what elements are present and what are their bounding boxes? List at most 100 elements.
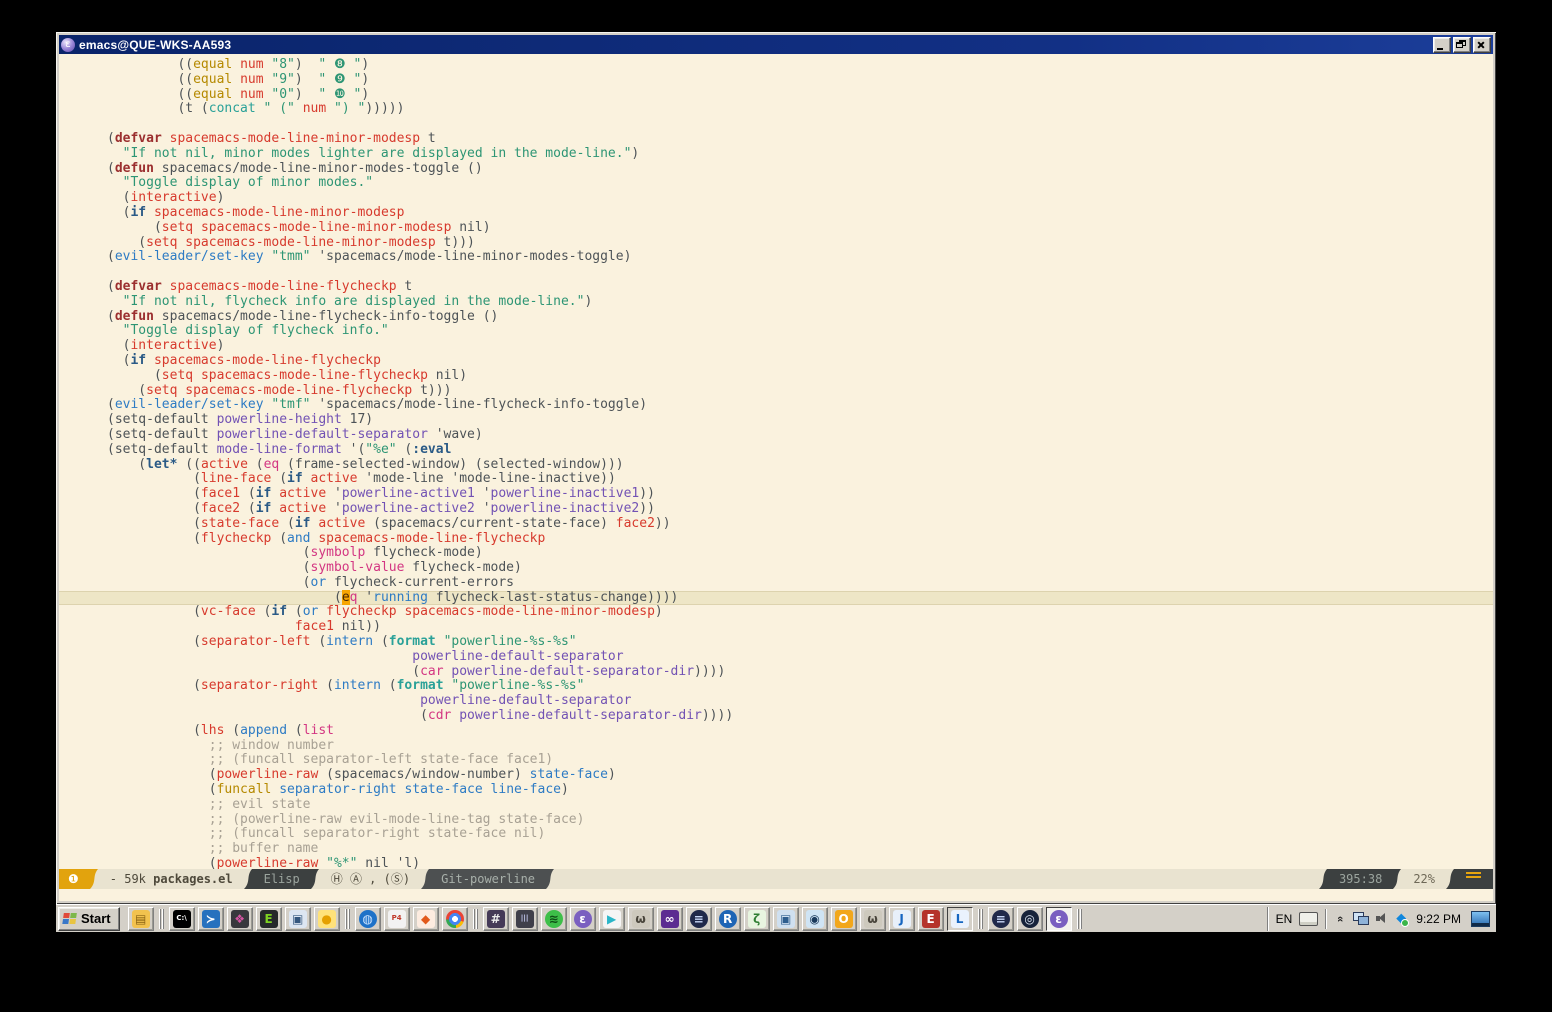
code-line[interactable] <box>107 265 1493 280</box>
quick-launch-eye[interactable]: ◉ <box>802 907 828 931</box>
buffer-text[interactable]: ((equal num "8") " ❽ ") ((equal num "9")… <box>59 54 1493 869</box>
taskbar-grip[interactable] <box>473 909 478 929</box>
code-line[interactable]: ;; (powerline-raw evil-mode-line-tag sta… <box>107 813 1493 828</box>
keyboard-icon[interactable] <box>1299 912 1318 926</box>
code-line[interactable]: (setq spacemacs-mode-line-flycheckp nil) <box>107 369 1493 384</box>
quick-launch-spotify[interactable]: ≋ <box>541 907 567 931</box>
quick-launch-powershell[interactable]: ≻ <box>198 907 224 931</box>
code-line[interactable]: (interactive) <box>107 191 1493 206</box>
code-line[interactable]: ((equal num "8") " ❽ ") <box>107 58 1493 73</box>
quick-launch-slack[interactable]: # <box>483 907 509 931</box>
code-line[interactable]: (funcall separator-right state-face line… <box>107 783 1493 798</box>
show-desktop-icon[interactable] <box>1471 911 1490 927</box>
quick-launch-snake[interactable]: ζ <box>744 907 770 931</box>
quick-launch-eclipse[interactable]: ≡ <box>686 907 712 931</box>
volume-icon[interactable] <box>1376 912 1389 925</box>
taskbar-clock[interactable]: 9:22 PM <box>1413 912 1464 926</box>
quick-launch-chrome[interactable] <box>442 907 468 931</box>
code-line[interactable]: (separator-right (intern (format "powerl… <box>107 679 1493 694</box>
code-line[interactable]: powerline-default-separator <box>107 650 1493 665</box>
code-line[interactable]: (flycheckp (and spacemacs-mode-line-flyc… <box>107 532 1493 547</box>
code-line[interactable]: (if spacemacs-mode-line-minor-modesp <box>107 206 1493 221</box>
minimize-button[interactable] <box>1433 37 1451 53</box>
quick-launch-globe[interactable]: ◍ <box>355 907 381 931</box>
code-line[interactable]: (symbol-value flycheck-mode) <box>107 561 1493 576</box>
code-line[interactable]: (powerline-raw "%*" nil 'l) <box>107 857 1493 869</box>
code-line[interactable]: (line-face (if active 'mode-line 'mode-l… <box>107 472 1493 487</box>
code-line[interactable]: (evil-leader/set-key "tmm" 'spacemacs/mo… <box>107 250 1493 265</box>
code-line[interactable]: (lhs (append (list <box>107 724 1493 739</box>
taskbar-grip[interactable] <box>1077 909 1082 929</box>
code-line[interactable]: (defvar spacemacs-mode-line-minor-modesp… <box>107 132 1493 147</box>
code-line[interactable]: ;; window number <box>107 739 1493 754</box>
quick-launch-jabber[interactable]: J <box>889 907 915 931</box>
echo-area[interactable] <box>59 889 1493 901</box>
start-button[interactable]: Start <box>58 907 120 931</box>
taskbar-grip[interactable] <box>345 909 350 929</box>
quick-launch-folder[interactable]: ▤ <box>128 907 154 931</box>
code-line[interactable]: "Toggle display of flycheck info." <box>107 324 1493 339</box>
quick-launch-media[interactable]: ❖ <box>227 907 253 931</box>
code-line[interactable]: "If not nil, minor modes lighter are dis… <box>107 147 1493 162</box>
quick-launch-visual-studio[interactable]: ∞ <box>657 907 683 931</box>
quick-launch-outlook[interactable]: O <box>831 907 857 931</box>
code-line[interactable]: (state-face (if active (spacemacs/curren… <box>107 517 1493 532</box>
quick-launch-google-play[interactable]: ▶ <box>599 907 625 931</box>
code-line[interactable]: (face1 (if active 'powerline-active1 'po… <box>107 487 1493 502</box>
code-line[interactable]: (interactive) <box>107 339 1493 354</box>
quick-launch-remote-desktop[interactable]: ▣ <box>285 907 311 931</box>
code-line[interactable]: (defun spacemacs/mode-line-minor-modes-t… <box>107 162 1493 177</box>
filler-segment[interactable] <box>557 869 1317 889</box>
code-line[interactable]: (setq-default powerline-height 17) <box>107 413 1493 428</box>
code-line[interactable]: "If not nil, flycheck info are displayed… <box>107 295 1493 310</box>
quick-launch-diamond[interactable]: ◆ <box>413 907 439 931</box>
code-line[interactable]: (defun spacemacs/mode-line-flycheck-info… <box>107 310 1493 325</box>
code-line[interactable]: ;; (funcall separator-left state-face fa… <box>107 753 1493 768</box>
line-column-segment[interactable]: 395:38 <box>1330 869 1391 889</box>
quick-launch-emacs[interactable]: ε <box>570 907 596 931</box>
code-line[interactable]: (evil-leader/set-key "tmf" 'spacemacs/mo… <box>107 398 1493 413</box>
restore-button[interactable] <box>1453 37 1471 53</box>
close-button[interactable] <box>1473 37 1491 53</box>
code-line[interactable]: (setq spacemacs-mode-line-minor-modesp n… <box>107 221 1493 236</box>
task-eclipse[interactable]: ≡ <box>988 907 1014 931</box>
code-line[interactable]: (powerline-raw (spacemacs/window-number)… <box>107 768 1493 783</box>
buffer-info-segment[interactable]: - 59k packages.el <box>101 869 242 889</box>
code-line[interactable]: (cdr powerline-default-separator-dir)))) <box>107 709 1493 724</box>
hide-icons-chevron[interactable]: « <box>1334 913 1346 925</box>
network-icon[interactable] <box>1353 912 1369 925</box>
code-line[interactable]: (setq-default powerline-default-separato… <box>107 428 1493 443</box>
code-line[interactable]: (defvar spacemacs-mode-line-flycheckp t <box>107 280 1493 295</box>
major-mode-segment[interactable]: Elisp <box>255 869 309 889</box>
task-steam[interactable]: ◎ <box>1017 907 1043 931</box>
title-bar[interactable]: ε emacs@QUE-WKS-AA593 <box>59 35 1493 54</box>
code-line[interactable]: ((equal num "0") " ❿ ") <box>107 88 1493 103</box>
hud-segment[interactable] <box>1457 869 1493 889</box>
code-line[interactable]: (face2 (if active 'powerline-active2 'po… <box>107 502 1493 517</box>
code-line[interactable]: (eq 'running flycheck-last-status-change… <box>59 591 1493 606</box>
quick-launch-duck[interactable]: ● <box>314 907 340 931</box>
code-line[interactable]: face1 nil)) <box>107 620 1493 635</box>
quick-launch-cmd[interactable]: C:\ <box>169 907 195 931</box>
code-line[interactable]: (symbolp flycheck-mode) <box>107 546 1493 561</box>
task-emacs-active[interactable]: ε <box>1046 907 1072 931</box>
code-line[interactable]: (separator-left (intern (format "powerli… <box>107 635 1493 650</box>
code-line[interactable]: (if spacemacs-mode-line-flycheckp <box>107 354 1493 369</box>
quick-launch-emacs-dark[interactable]: E <box>256 907 282 931</box>
quick-launch-emacs-red[interactable]: E <box>918 907 944 931</box>
quick-launch-gimp-2[interactable]: ω <box>860 907 886 931</box>
vc-branch-segment[interactable]: Git-powerline <box>432 869 544 889</box>
code-line[interactable] <box>107 117 1493 132</box>
code-line[interactable]: (let* ((active (eq (frame-selected-windo… <box>107 458 1493 473</box>
code-line[interactable]: (vc-face (if (or flycheckp spacemacs-mod… <box>107 605 1493 620</box>
minor-modes-segment[interactable]: Ⓗ Ⓐ , (Ⓢ) <box>322 869 419 889</box>
window-number-segment[interactable]: ❶ <box>59 869 88 889</box>
quick-launch-remote-2[interactable]: ▣ <box>773 907 799 931</box>
code-line[interactable]: ;; evil state <box>107 798 1493 813</box>
task-linqpad[interactable]: L <box>947 907 973 931</box>
code-line[interactable]: (car powerline-default-separator-dir)))) <box>107 665 1493 680</box>
dropbox-icon[interactable]: ◆ <box>1396 912 1406 925</box>
code-line[interactable]: (setq spacemacs-mode-line-flycheckp t))) <box>107 384 1493 399</box>
quick-launch-r[interactable]: R <box>715 907 741 931</box>
code-line[interactable]: (setq-default mode-line-format '("%e" (:… <box>107 443 1493 458</box>
